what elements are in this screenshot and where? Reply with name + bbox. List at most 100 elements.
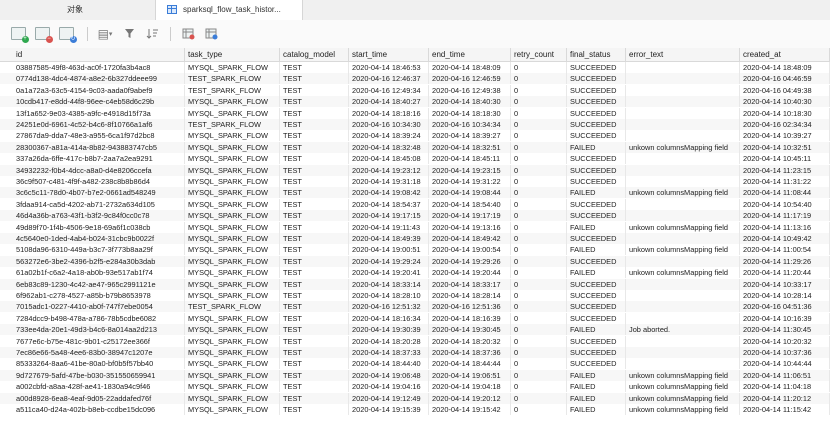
- cell-final-status[interactable]: FAILED: [567, 392, 626, 404]
- cell-start-time[interactable]: 2020-04-16 12:49:34: [349, 84, 429, 96]
- cell-retry-count[interactable]: 0: [511, 404, 567, 415]
- cell-start-time[interactable]: 2020-04-14 18:20:28: [349, 335, 429, 347]
- cell-end-time[interactable]: 2020-04-14 18:32:51: [429, 141, 511, 153]
- cell-id[interactable]: a00d8928-6ea8-4eaf-9d05-22addafed76f: [13, 392, 185, 404]
- cell-retry-count[interactable]: 0: [511, 381, 567, 393]
- table-row[interactable]: 7677e6c-b75e-481c-9b01-c25172ee366f MYSQL…: [0, 335, 830, 347]
- cell-catalog-model[interactable]: TEST: [280, 130, 349, 142]
- cell-start-time[interactable]: 2020-04-14 18:49:39: [349, 233, 429, 244]
- cell-id[interactable]: 3fdaa914-ca5d-4202-ab71-2732a634d105: [13, 198, 185, 210]
- cell-created-at[interactable]: 2020-04-14 10:20:32: [740, 335, 830, 347]
- cell-task-type[interactable]: MYSQL_SPARK_FLOW: [185, 290, 280, 301]
- cell-task-type[interactable]: MYSQL_SPARK_FLOW: [185, 198, 280, 210]
- cell-end-time[interactable]: 2020-04-14 18:48:09: [429, 62, 511, 73]
- cell-end-time[interactable]: 2020-04-16 10:34:34: [429, 119, 511, 130]
- cell-id[interactable]: 337a26da-6ffe-417c-b8b7-2aa7a2ea9291: [13, 153, 185, 165]
- cell-task-type[interactable]: MYSQL_SPARK_FLOW: [185, 404, 280, 415]
- cell-id[interactable]: a511ca40-d24a-402b-b8eb-ccdbe15dc096: [13, 404, 185, 415]
- cell-task-type[interactable]: MYSQL_SPARK_FLOW: [185, 164, 280, 176]
- cell-end-time[interactable]: 2020-04-14 18:20:32: [429, 335, 511, 347]
- cell-id[interactable]: 27867da9-dda7-48e3-a955-6ca1f97d2bc8: [13, 130, 185, 142]
- cell-task-type[interactable]: MYSQL_SPARK_FLOW: [185, 255, 280, 267]
- table-row[interactable]: 7284dcc9-b498-478a-a786-78b5cdbe6082 MYSQ…: [0, 312, 830, 324]
- cell-final-status[interactable]: SUCCEEDED: [567, 358, 626, 370]
- cell-error-text[interactable]: unkown columnsMapping field: [626, 381, 740, 393]
- cell-error-text[interactable]: Job aborted.: [626, 324, 740, 336]
- cell-id[interactable]: 0a1a72a3-63c5-4154-9c03-aada0f9abef9: [13, 84, 185, 96]
- cell-created-at[interactable]: 2020-04-14 10:16:39: [740, 312, 830, 324]
- cell-retry-count[interactable]: 0: [511, 312, 567, 324]
- cell-catalog-model[interactable]: TEST: [280, 244, 349, 256]
- cell-retry-count[interactable]: 0: [511, 369, 567, 381]
- cell-catalog-model[interactable]: TEST: [280, 255, 349, 267]
- cell-created-at[interactable]: 2020-04-14 10:18:30: [740, 107, 830, 119]
- cell-end-time[interactable]: 2020-04-14 18:44:44: [429, 358, 511, 370]
- cell-retry-count[interactable]: 0: [511, 130, 567, 142]
- sort-button[interactable]: [144, 26, 160, 41]
- cell-error-text[interactable]: [626, 290, 740, 301]
- cell-end-time[interactable]: 2020-04-14 19:31:22: [429, 176, 511, 187]
- cell-error-text[interactable]: unkown columnsMapping field: [626, 244, 740, 256]
- cell-final-status[interactable]: FAILED: [567, 141, 626, 153]
- cell-task-type[interactable]: TEST_SPARK_FLOW: [185, 301, 280, 313]
- cell-final-status[interactable]: SUCCEEDED: [567, 176, 626, 187]
- tab-objects[interactable]: 对象: [0, 0, 150, 20]
- cell-final-status[interactable]: FAILED: [567, 187, 626, 199]
- cell-start-time[interactable]: 2020-04-14 19:04:16: [349, 381, 429, 393]
- cell-end-time[interactable]: 2020-04-14 19:13:16: [429, 221, 511, 233]
- cell-created-at[interactable]: 2020-04-14 11:30:45: [740, 324, 830, 336]
- cell-end-time[interactable]: 2020-04-14 18:18:30: [429, 107, 511, 119]
- cell-end-time[interactable]: 2020-04-14 18:28:14: [429, 290, 511, 301]
- table-row[interactable]: 7015adc1-0227-4410-ab0f-747f7ebe0054 TEST…: [0, 301, 830, 313]
- cell-task-type[interactable]: TEST_SPARK_FLOW: [185, 73, 280, 85]
- cell-retry-count[interactable]: 0: [511, 267, 567, 279]
- cell-task-type[interactable]: TEST_SPARK_FLOW: [185, 119, 280, 130]
- cell-error-text[interactable]: [626, 119, 740, 130]
- cell-catalog-model[interactable]: TEST: [280, 358, 349, 370]
- cell-created-at[interactable]: 2020-04-14 11:17:19: [740, 210, 830, 222]
- cell-id[interactable]: 03887585-49f8-463d-ac0f-1720fa3b4ac8: [13, 62, 185, 73]
- cell-start-time[interactable]: 2020-04-14 19:08:42: [349, 187, 429, 199]
- cell-retry-count[interactable]: 0: [511, 244, 567, 256]
- cell-start-time[interactable]: 2020-04-14 18:18:16: [349, 107, 429, 119]
- cell-catalog-model[interactable]: TEST: [280, 301, 349, 313]
- cell-task-type[interactable]: MYSQL_SPARK_FLOW: [185, 312, 280, 324]
- cell-final-status[interactable]: SUCCEEDED: [567, 347, 626, 358]
- cell-error-text[interactable]: [626, 84, 740, 96]
- cell-end-time[interactable]: 2020-04-14 19:06:51: [429, 369, 511, 381]
- cell-retry-count[interactable]: 0: [511, 141, 567, 153]
- cell-id[interactable]: 6f962ab1-c278-4527-a85b-b79b8653978: [13, 290, 185, 301]
- cell-start-time[interactable]: 2020-04-14 19:11:43: [349, 221, 429, 233]
- cell-final-status[interactable]: SUCCEEDED: [567, 62, 626, 73]
- cell-error-text[interactable]: [626, 335, 740, 347]
- cell-end-time[interactable]: 2020-04-14 19:04:18: [429, 381, 511, 393]
- cell-retry-count[interactable]: 0: [511, 233, 567, 244]
- cell-task-type[interactable]: MYSQL_SPARK_FLOW: [185, 392, 280, 404]
- cell-final-status[interactable]: SUCCEEDED: [567, 210, 626, 222]
- cell-created-at[interactable]: 2020-04-16 04:49:38: [740, 84, 830, 96]
- cell-final-status[interactable]: FAILED: [567, 221, 626, 233]
- table-row[interactable]: 49d89f70-1f4b-4506-9e18-69a6f1c038cb MYSQ…: [0, 221, 830, 233]
- cell-start-time[interactable]: 2020-04-14 19:15:39: [349, 404, 429, 415]
- cell-final-status[interactable]: SUCCEEDED: [567, 233, 626, 244]
- cell-error-text[interactable]: [626, 62, 740, 73]
- cell-created-at[interactable]: 2020-04-14 11:08:44: [740, 187, 830, 199]
- delete-record-button[interactable]: −: [34, 26, 53, 43]
- cell-id[interactable]: 563272e6-3be2-4396-b2f5-e284a30b3dab: [13, 255, 185, 267]
- cell-error-text[interactable]: unkown columnsMapping field: [626, 221, 740, 233]
- cell-task-type[interactable]: MYSQL_SPARK_FLOW: [185, 221, 280, 233]
- cell-id[interactable]: 34932232-f0b4-4dcc-a8a0-d4e8206ccefa: [13, 164, 185, 176]
- cell-catalog-model[interactable]: TEST: [280, 278, 349, 290]
- cell-id[interactable]: 10cdb417-e8dd-44f8-96ee-c4eb58d6c29b: [13, 96, 185, 108]
- cell-catalog-model[interactable]: TEST: [280, 347, 349, 358]
- cell-task-type[interactable]: MYSQL_SPARK_FLOW: [185, 96, 280, 108]
- cell-id[interactable]: 46d4a36b-a763-43f1-b3f2-9c84f0cc0c78: [13, 210, 185, 222]
- table-row[interactable]: 3c6c5c11-78d0-4b07-b7e2-0661ad548249 MYSQ…: [0, 187, 830, 199]
- cell-id[interactable]: 36c9f507-c481-4f9f-a482-238c8b8b86d4: [13, 176, 185, 187]
- cell-error-text[interactable]: unkown columnsMapping field: [626, 141, 740, 153]
- cell-error-text[interactable]: [626, 198, 740, 210]
- cell-created-at[interactable]: 2020-04-14 11:06:51: [740, 369, 830, 381]
- cell-start-time[interactable]: 2020-04-14 19:00:51: [349, 244, 429, 256]
- table-row[interactable]: 34932232-f0b4-4dcc-a8a0-d4e8206ccefa MYSQ…: [0, 164, 830, 176]
- cell-start-time[interactable]: 2020-04-16 12:46:37: [349, 73, 429, 85]
